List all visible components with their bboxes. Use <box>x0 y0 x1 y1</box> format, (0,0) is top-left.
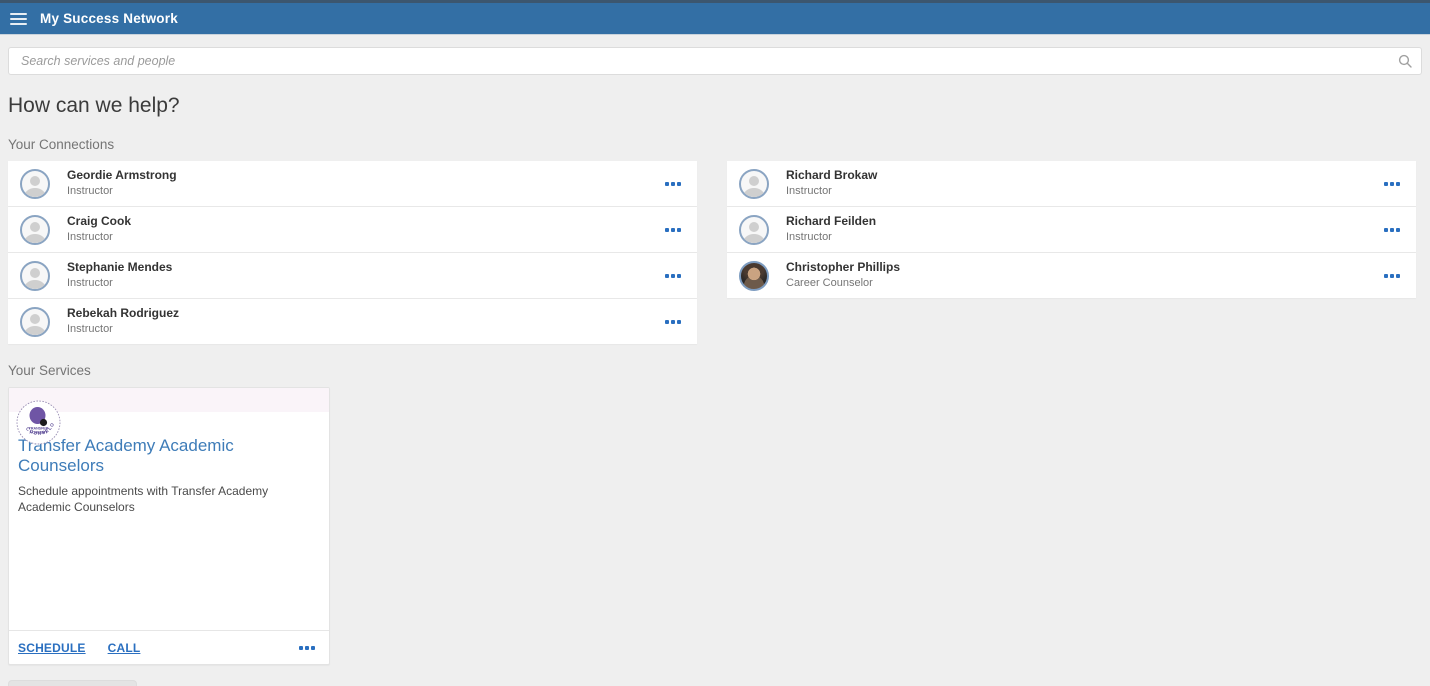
more-options-icon[interactable] <box>297 642 317 654</box>
connections-section-label: Your Connections <box>8 137 1422 152</box>
avatar <box>739 215 769 245</box>
person-silhouette-icon <box>741 173 767 197</box>
search-bar <box>8 47 1422 75</box>
connection-card[interactable]: Rebekah Rodriguez Instructor <box>8 299 697 344</box>
connection-card[interactable]: Geordie Armstrong Instructor <box>8 161 697 206</box>
hamburger-menu-icon[interactable] <box>10 13 27 25</box>
person-silhouette-icon <box>22 311 48 335</box>
more-options-icon[interactable] <box>663 270 683 282</box>
services-section-label: Your Services <box>8 363 1422 378</box>
schedule-link[interactable]: SCHEDULE <box>18 641 86 655</box>
service-description: Schedule appointments with Transfer Acad… <box>18 483 319 515</box>
person-silhouette-icon <box>22 265 48 289</box>
avatar <box>20 307 50 337</box>
avatar <box>20 261 50 291</box>
search-input[interactable] <box>8 47 1422 75</box>
connection-name: Craig Cook <box>67 214 131 229</box>
connection-role: Instructor <box>67 185 177 199</box>
service-card: TRANSFER ACADEMY COUNSELOR Transfer Acad… <box>8 387 330 665</box>
connection-card[interactable]: Christopher Phillips Career Counselor <box>727 253 1416 298</box>
avatar <box>20 169 50 199</box>
connection-name: Richard Brokaw <box>786 168 877 183</box>
main-content: How can we help? Your Connections Geordi… <box>0 94 1430 665</box>
avatar-photo <box>739 261 769 291</box>
person-silhouette-icon <box>741 219 767 243</box>
connection-role: Instructor <box>67 277 172 291</box>
connection-role: Instructor <box>67 323 179 337</box>
connection-name: Stephanie Mendes <box>67 260 172 275</box>
call-link[interactable]: CALL <box>108 641 141 655</box>
service-card-footer: SCHEDULE CALL <box>9 630 329 664</box>
page-title: My Success Network <box>40 11 178 26</box>
service-title-link[interactable]: Transfer Academy Academic Counselors <box>18 436 319 476</box>
connection-name: Geordie Armstrong <box>67 168 177 183</box>
service-logo-icon: TRANSFER ACADEMY COUNSELOR <box>16 400 61 445</box>
connection-role: Instructor <box>67 231 131 245</box>
partial-next-card <box>8 680 137 686</box>
avatar <box>739 169 769 199</box>
connection-card[interactable]: Stephanie Mendes Instructor <box>8 253 697 298</box>
person-silhouette-icon <box>22 173 48 197</box>
connections-column-left: Geordie Armstrong Instructor Craig Cook … <box>8 161 697 344</box>
more-options-icon[interactable] <box>1382 178 1402 190</box>
connection-card[interactable]: Richard Feilden Instructor <box>727 207 1416 252</box>
connection-card[interactable]: Craig Cook Instructor <box>8 207 697 252</box>
more-options-icon[interactable] <box>663 178 683 190</box>
connection-card[interactable]: Richard Brokaw Instructor <box>727 161 1416 206</box>
connection-name: Christopher Phillips <box>786 260 900 275</box>
page-heading: How can we help? <box>8 94 1422 118</box>
more-options-icon[interactable] <box>1382 224 1402 236</box>
connection-name: Rebekah Rodriguez <box>67 306 179 321</box>
connection-role: Instructor <box>786 231 876 245</box>
more-options-icon[interactable] <box>663 316 683 328</box>
connections-column-right: Richard Brokaw Instructor Richard Feilde… <box>727 161 1416 298</box>
connection-name: Richard Feilden <box>786 214 876 229</box>
connections-grid: Geordie Armstrong Instructor Craig Cook … <box>8 161 1422 344</box>
avatar <box>20 215 50 245</box>
connection-role: Instructor <box>786 185 877 199</box>
more-options-icon[interactable] <box>1382 270 1402 282</box>
connection-role: Career Counselor <box>786 277 900 291</box>
app-header: My Success Network <box>0 0 1430 35</box>
more-options-icon[interactable] <box>663 224 683 236</box>
search-icon[interactable] <box>1398 54 1412 68</box>
person-silhouette-icon <box>22 219 48 243</box>
